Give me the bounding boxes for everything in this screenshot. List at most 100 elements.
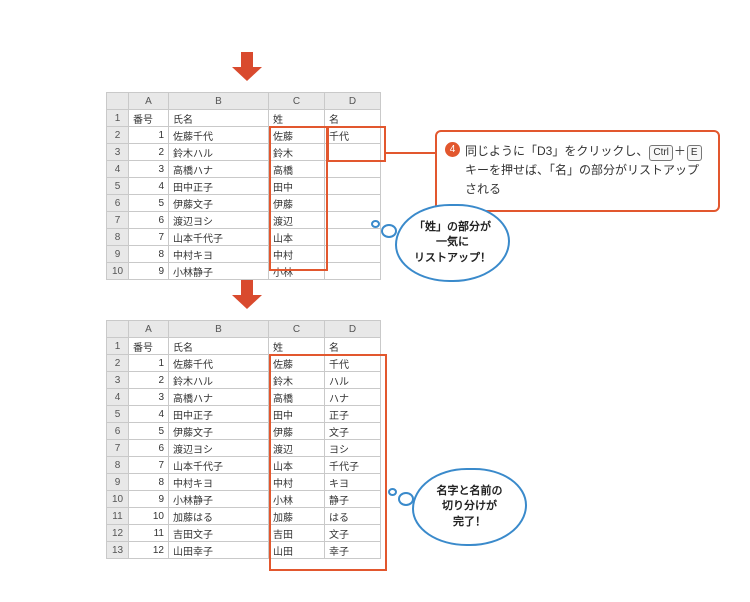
column-header-A[interactable]: A (129, 321, 169, 338)
row-header[interactable]: 1 (107, 338, 129, 355)
cell-C8[interactable]: 山本 (269, 229, 325, 246)
row-header[interactable]: 2 (107, 355, 129, 372)
cell-B5[interactable]: 田中正子 (169, 178, 269, 195)
cell-D10[interactable] (325, 263, 381, 280)
cell-C1[interactable]: 姓 (269, 338, 325, 355)
cell-D3[interactable] (325, 144, 381, 161)
cell-D9[interactable] (325, 246, 381, 263)
column-header-B[interactable]: B (169, 321, 269, 338)
row-header[interactable]: 2 (107, 127, 129, 144)
cell-A8[interactable]: 7 (129, 457, 169, 474)
cell-B4[interactable]: 高橋ハナ (169, 389, 269, 406)
cell-D2[interactable]: 千代 (325, 127, 381, 144)
row-header[interactable]: 6 (107, 423, 129, 440)
cell-C2[interactable]: 佐藤 (269, 127, 325, 144)
row-header[interactable]: 1 (107, 110, 129, 127)
cell-A7[interactable]: 6 (129, 440, 169, 457)
cell-A5[interactable]: 4 (129, 406, 169, 423)
cell-D11[interactable]: はる (325, 508, 381, 525)
row-header[interactable]: 8 (107, 457, 129, 474)
cell-C12[interactable]: 吉田 (269, 525, 325, 542)
row-header[interactable]: 4 (107, 161, 129, 178)
cell-A5[interactable]: 4 (129, 178, 169, 195)
cell-C4[interactable]: 高橋 (269, 161, 325, 178)
cell-D1[interactable]: 名 (325, 110, 381, 127)
cell-C3[interactable]: 鈴木 (269, 372, 325, 389)
cell-B12[interactable]: 吉田文子 (169, 525, 269, 542)
column-header-C[interactable]: C (269, 321, 325, 338)
row-header[interactable]: 3 (107, 144, 129, 161)
cell-A3[interactable]: 2 (129, 372, 169, 389)
cell-A3[interactable]: 2 (129, 144, 169, 161)
cell-A9[interactable]: 8 (129, 474, 169, 491)
cell-A4[interactable]: 3 (129, 161, 169, 178)
row-header[interactable]: 5 (107, 178, 129, 195)
cell-B13[interactable]: 山田幸子 (169, 542, 269, 559)
cell-B3[interactable]: 鈴木ハル (169, 372, 269, 389)
cell-A12[interactable]: 11 (129, 525, 169, 542)
row-header[interactable]: 5 (107, 406, 129, 423)
cell-A6[interactable]: 5 (129, 195, 169, 212)
cell-B8[interactable]: 山本千代子 (169, 457, 269, 474)
cell-B11[interactable]: 加藤はる (169, 508, 269, 525)
cell-D1[interactable]: 名 (325, 338, 381, 355)
cell-D5[interactable]: 正子 (325, 406, 381, 423)
column-header-C[interactable]: C (269, 93, 325, 110)
cell-B10[interactable]: 小林静子 (169, 263, 269, 280)
cell-C2[interactable]: 佐藤 (269, 355, 325, 372)
cell-D9[interactable]: キヨ (325, 474, 381, 491)
cell-D12[interactable]: 文子 (325, 525, 381, 542)
cell-D13[interactable]: 幸子 (325, 542, 381, 559)
cell-B5[interactable]: 田中正子 (169, 406, 269, 423)
row-header[interactable]: 3 (107, 372, 129, 389)
cell-B2[interactable]: 佐藤千代 (169, 127, 269, 144)
column-header-D[interactable]: D (325, 93, 381, 110)
cell-C11[interactable]: 加藤 (269, 508, 325, 525)
cell-B7[interactable]: 渡辺ヨシ (169, 440, 269, 457)
cell-B9[interactable]: 中村キヨ (169, 246, 269, 263)
cell-D7[interactable]: ヨシ (325, 440, 381, 457)
cell-D10[interactable]: 静子 (325, 491, 381, 508)
cell-C9[interactable]: 中村 (269, 246, 325, 263)
cell-A10[interactable]: 9 (129, 263, 169, 280)
column-header-B[interactable]: B (169, 93, 269, 110)
cell-A7[interactable]: 6 (129, 212, 169, 229)
cell-D4[interactable] (325, 161, 381, 178)
cell-A2[interactable]: 1 (129, 355, 169, 372)
cell-B8[interactable]: 山本千代子 (169, 229, 269, 246)
cell-A2[interactable]: 1 (129, 127, 169, 144)
cell-C5[interactable]: 田中 (269, 178, 325, 195)
cell-D2[interactable]: 千代 (325, 355, 381, 372)
row-header[interactable]: 4 (107, 389, 129, 406)
row-header[interactable]: 10 (107, 263, 129, 280)
cell-D4[interactable]: ハナ (325, 389, 381, 406)
cell-B1[interactable]: 氏名 (169, 110, 269, 127)
cell-C3[interactable]: 鈴木 (269, 144, 325, 161)
row-header[interactable]: 9 (107, 246, 129, 263)
cell-D8[interactable] (325, 229, 381, 246)
row-header[interactable]: 11 (107, 508, 129, 525)
column-header-A[interactable]: A (129, 93, 169, 110)
cell-D8[interactable]: 千代子 (325, 457, 381, 474)
cell-C6[interactable]: 伊藤 (269, 423, 325, 440)
cell-B3[interactable]: 鈴木ハル (169, 144, 269, 161)
cell-C13[interactable]: 山田 (269, 542, 325, 559)
cell-C10[interactable]: 小林 (269, 263, 325, 280)
cell-A4[interactable]: 3 (129, 389, 169, 406)
cell-C9[interactable]: 中村 (269, 474, 325, 491)
row-header[interactable]: 6 (107, 195, 129, 212)
cell-D6[interactable]: 文子 (325, 423, 381, 440)
cell-A1[interactable]: 番号 (129, 338, 169, 355)
cell-B9[interactable]: 中村キヨ (169, 474, 269, 491)
cell-C1[interactable]: 姓 (269, 110, 325, 127)
row-header[interactable]: 7 (107, 440, 129, 457)
cell-B1[interactable]: 氏名 (169, 338, 269, 355)
row-header[interactable]: 8 (107, 229, 129, 246)
cell-A1[interactable]: 番号 (129, 110, 169, 127)
row-header[interactable]: 7 (107, 212, 129, 229)
cell-B7[interactable]: 渡辺ヨシ (169, 212, 269, 229)
cell-A6[interactable]: 5 (129, 423, 169, 440)
row-header[interactable]: 12 (107, 525, 129, 542)
cell-A9[interactable]: 8 (129, 246, 169, 263)
cell-B4[interactable]: 高橋ハナ (169, 161, 269, 178)
